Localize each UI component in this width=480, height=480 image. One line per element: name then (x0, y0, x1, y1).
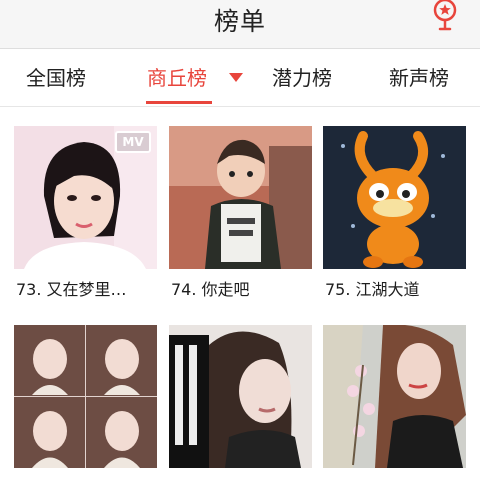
page-title: 榜单 (213, 7, 266, 36)
tab-new-voice[interactable]: 新声榜 (389, 63, 449, 93)
song-title: 75. 江湖大道 (325, 280, 420, 299)
mv-badge: MV (115, 131, 151, 153)
tab-national[interactable]: 全国榜 (26, 63, 86, 93)
song-cover (323, 126, 466, 269)
song-cover: MV (14, 126, 157, 269)
microphone-star-icon[interactable] (428, 0, 462, 34)
song-cover (14, 325, 157, 468)
song-cover (169, 126, 312, 269)
tab-shangqiu[interactable]: 商丘榜 (147, 63, 207, 93)
tab-potential[interactable]: 潜力榜 (272, 63, 332, 93)
song-title: 74. 你走吧 (171, 280, 250, 299)
song-title: 73. 又在梦里… (16, 280, 127, 299)
song-cover (323, 325, 466, 468)
song-cover (169, 325, 312, 468)
top-bar: 榜单 (0, 0, 480, 49)
active-tab-indicator (146, 101, 212, 104)
ranking-tabs: 全国榜 商丘榜 潜力榜 新声榜 (0, 49, 480, 107)
chevron-down-icon[interactable] (229, 73, 243, 83)
